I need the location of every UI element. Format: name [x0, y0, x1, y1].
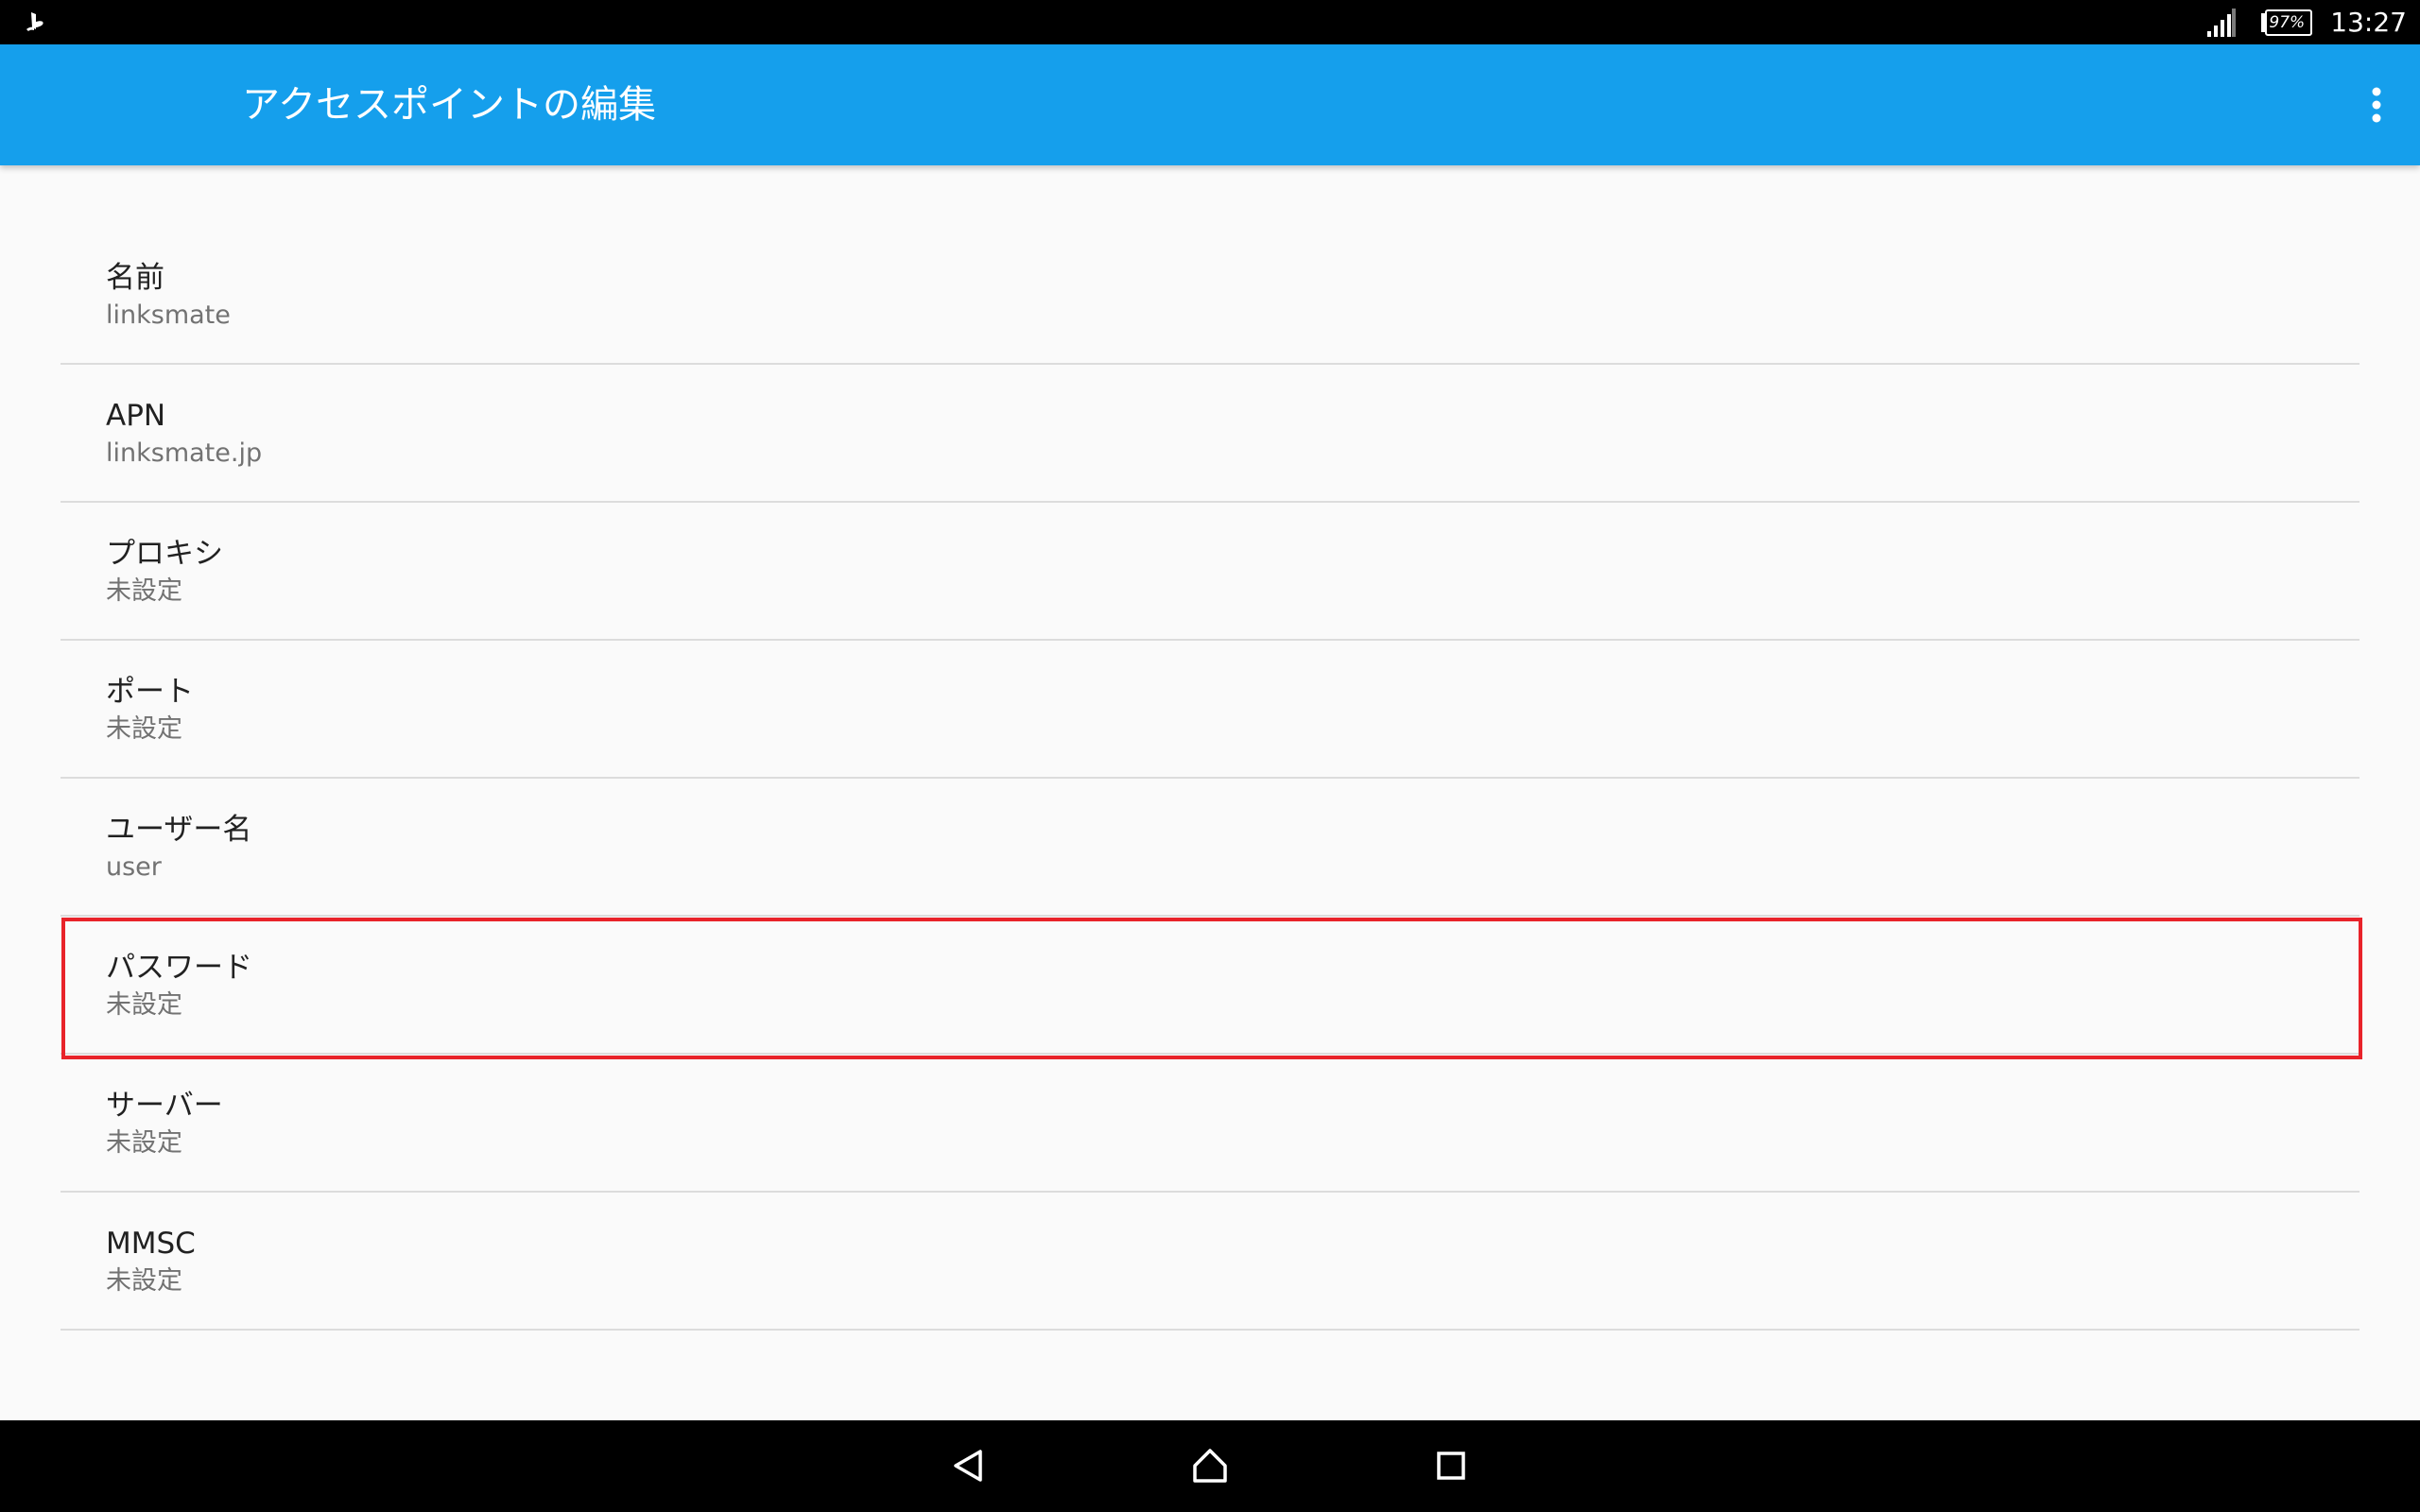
overflow-menu-button[interactable]: [2339, 67, 2414, 143]
pref-summary: user: [106, 852, 162, 882]
pref-item-username[interactable]: ユーザー名 user: [60, 779, 2360, 917]
pref-title: 名前: [106, 261, 164, 295]
playstation-notification-icon: [26, 12, 43, 31]
pref-item-password[interactable]: パスワード 未設定: [60, 917, 2360, 1055]
pref-title: プロキシ: [106, 537, 223, 571]
pref-title: MMSC: [106, 1227, 196, 1261]
pref-title: ポート: [106, 675, 194, 709]
clock: 13:27: [2330, 7, 2407, 38]
status-icons: 97% 13:27: [2205, 0, 2407, 44]
screen: 97% 13:27 アクセスポイントの編集 名前 linksmate APN l…: [0, 0, 2420, 1512]
more-vert-icon: [2372, 87, 2381, 123]
pref-summary: 未設定: [106, 576, 182, 606]
home-icon: [1193, 1449, 1227, 1483]
status-bar: 97% 13:27: [0, 0, 2420, 44]
page-title: アクセスポイントの編集: [242, 83, 656, 127]
pref-summary: 未設定: [106, 1128, 182, 1158]
pref-summary: 未設定: [106, 714, 182, 744]
pref-item-port[interactable]: ポート 未設定: [60, 641, 2360, 779]
navigation-bar: [0, 1420, 2420, 1512]
home-button[interactable]: [1182, 1437, 1238, 1494]
app-bar: アクセスポイントの編集: [0, 44, 2420, 165]
recents-square-icon: [1437, 1452, 1465, 1480]
recents-button[interactable]: [1423, 1437, 1479, 1494]
cellular-signal-icon: [2207, 8, 2237, 37]
battery-percentage: 97%: [2269, 12, 2306, 32]
back-triangle-icon: [954, 1450, 982, 1482]
back-button[interactable]: [940, 1437, 996, 1494]
pref-title: ユーザー名: [106, 813, 252, 847]
battery-icon: 97%: [2260, 9, 2313, 36]
pref-title: サーバー: [106, 1089, 223, 1123]
pref-summary: linksmate.jp: [106, 438, 263, 468]
pref-summary: linksmate: [106, 301, 231, 330]
pref-item-apn[interactable]: APN linksmate.jp: [60, 365, 2360, 503]
pref-title: パスワード: [106, 951, 252, 985]
pref-item-proxy[interactable]: プロキシ 未設定: [60, 503, 2360, 641]
pref-summary: 未設定: [106, 990, 182, 1020]
pref-title: APN: [106, 399, 166, 433]
pref-summary: 未設定: [106, 1266, 182, 1296]
pref-item-name[interactable]: 名前 linksmate: [60, 227, 2360, 365]
pref-item-server[interactable]: サーバー 未設定: [60, 1055, 2360, 1193]
pref-item-mmsc[interactable]: MMSC 未設定: [60, 1193, 2360, 1331]
apn-settings-list: 名前 linksmate APN linksmate.jp プロキシ 未設定 ポ…: [60, 227, 2360, 1331]
